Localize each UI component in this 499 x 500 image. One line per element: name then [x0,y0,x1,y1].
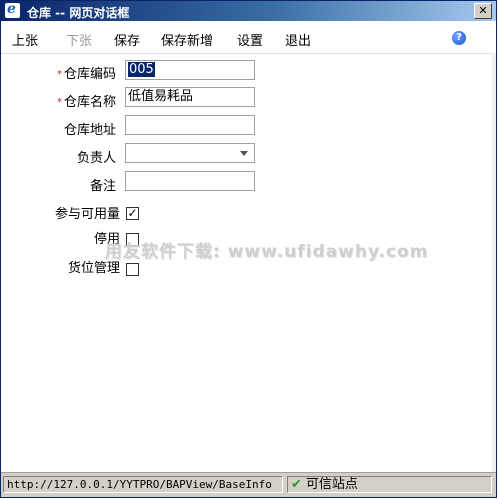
status-url: http://127.0.0.1/YYTPRO/BAPView/BaseInfo [3,476,283,493]
title-bar: e 仓库 -- 网页对话框 ✕ [1,1,496,21]
save-and-new-button[interactable]: 保存新增 [161,30,213,49]
checkmark-icon: ✓ [127,206,138,220]
location-mgmt-label: 货位管理 [67,261,120,276]
warehouse-name-input[interactable]: 低值易耗品 [125,87,255,107]
scrollbar-edge [492,53,496,473]
disabled-label: 停用 [93,232,120,247]
dialog-window: e 仓库 -- 网页对话框 ✕ 上张 下张 保存 保存新增 设置 退出 ? * 仓… [0,0,497,498]
available-qty-checkbox[interactable]: ✓ [126,207,139,220]
settings-button[interactable]: 设置 [237,30,263,49]
exit-button[interactable]: 退出 [285,30,311,49]
next-record-button[interactable]: 下张 [66,30,92,49]
checkmark-icon: ✔ [291,477,302,492]
watermark-text: 用友软件下载: www.ufidawhy.com [105,242,429,262]
ie-icon: e [5,1,20,18]
note-label: 备注 [89,179,116,194]
warehouse-code-label: * 仓库编码 [56,67,116,82]
save-button[interactable]: 保存 [114,30,140,49]
warehouse-address-label: 仓库地址 [63,123,116,138]
warehouse-address-input[interactable] [125,115,255,135]
menu-bar: 上张 下张 保存 保存新增 设置 退出 ? [1,21,496,54]
trusted-site-zone: ✔ 可信站点 [287,476,492,493]
trusted-site-label: 可信站点 [305,477,358,492]
window-title: 仓库 -- 网页对话框 [27,6,130,20]
help-icon[interactable]: ? [452,31,466,45]
required-marker: * [56,69,62,80]
required-marker: * [56,97,62,108]
warehouse-name-label: * 仓库名称 [56,95,116,110]
warehouse-code-input[interactable]: 005 [125,60,255,80]
note-input[interactable] [125,171,255,191]
location-mgmt-checkbox[interactable] [126,263,139,276]
chevron-down-icon[interactable] [240,151,248,156]
prev-record-button[interactable]: 上张 [12,30,38,49]
manager-label: 负责人 [76,151,116,166]
warehouse-code-value: 005 [128,62,155,77]
manager-select[interactable] [125,143,255,163]
status-bar: http://127.0.0.1/YYTPRO/BAPView/BaseInfo… [1,472,496,497]
close-button[interactable]: ✕ [474,3,492,19]
available-qty-label: 参与可用量 [54,207,120,222]
